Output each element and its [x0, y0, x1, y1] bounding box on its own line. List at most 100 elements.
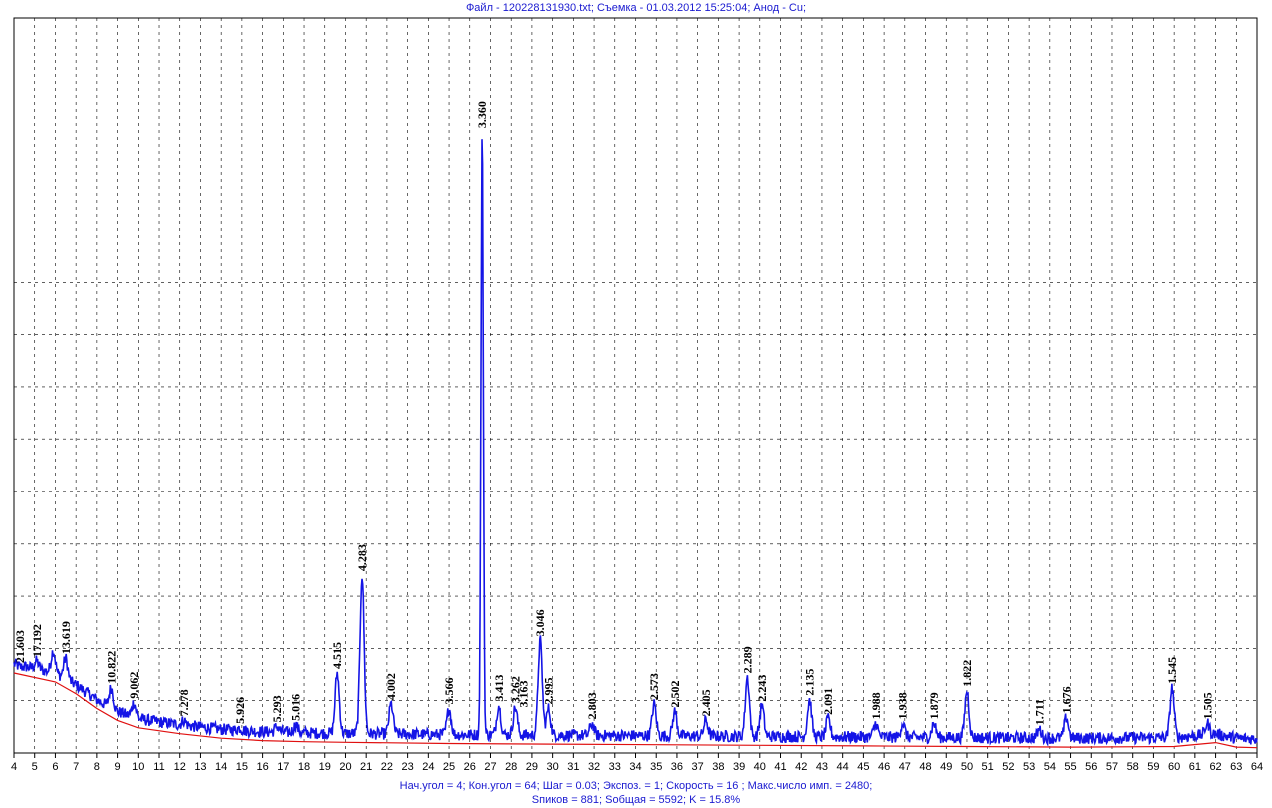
peak-label: 21.603	[13, 630, 27, 663]
x-tick-label: 23	[401, 761, 413, 773]
peak-label: 3.413	[492, 675, 506, 702]
peak-label: 2.091	[821, 688, 835, 715]
x-tick-label: 18	[298, 761, 310, 773]
xrd-chart: 4 5 6 7 8 9 10 11 12 13 14 15 16 17 18 19 20 21 22 23 24 25 26…	[11, 17, 1263, 773]
annotations: 21.603 17.192 13.619 10.822 9.062 7.278 5.926 5…	[13, 101, 1214, 725]
x-tick-label: 21	[360, 761, 372, 773]
x-tick-label: 42	[795, 761, 807, 773]
x-tick-label: 59	[1147, 761, 1159, 773]
x-tick-label: 45	[857, 761, 869, 773]
x-tick-label: 40	[754, 761, 766, 773]
peak-label: 4.515	[330, 642, 344, 669]
x-tick-label: 32	[588, 761, 600, 773]
peak-label: 4.002	[384, 673, 398, 700]
x-tick-label: 47	[899, 761, 911, 773]
peak-label: 1.879	[927, 692, 941, 719]
x-tick-label: 22	[381, 761, 393, 773]
x-tick-label: 54	[1044, 761, 1056, 773]
x-tick-label: 49	[940, 761, 952, 773]
peak-label: 1.505	[1200, 692, 1214, 719]
x-tick-label: 56	[1085, 761, 1097, 773]
x-tick-label: 53	[1023, 761, 1035, 773]
x-tick-label: 13	[194, 761, 206, 773]
peak-label: 1.545	[1165, 657, 1179, 684]
peak-label: 17.192	[30, 624, 44, 657]
x-tick-label: 46	[878, 761, 890, 773]
x-tick-label: 63	[1230, 761, 1242, 773]
peak-label: 2.135	[803, 669, 817, 696]
peak-label: 2.573	[647, 673, 661, 700]
peak-label: 1.822	[960, 660, 974, 687]
peak-label: 7.278	[177, 689, 191, 716]
peak-label: 3.566	[442, 678, 456, 705]
x-tick-label: 9	[115, 761, 121, 773]
footer-parameters: Нач.угол = 4; Кон.угол = 64; Шаг = 0.03;…	[399, 780, 873, 792]
x-tick-label: 39	[733, 761, 745, 773]
footer-summary: Sпиков = 881; Sобщая = 5592; K = 15.8%	[531, 794, 741, 806]
peak-label: 3.046	[533, 609, 547, 636]
x-tick-label: 50	[961, 761, 973, 773]
peak-label: 2.502	[668, 681, 682, 708]
x-tick-label: 11	[153, 761, 164, 773]
peak-label: 5.293	[270, 695, 284, 722]
peak-label: 1.711	[1032, 699, 1046, 725]
peak-label: 2.243	[755, 675, 769, 702]
x-tick-label: 38	[712, 761, 724, 773]
peak-label: 10.822	[104, 651, 118, 684]
peak-label: 5.926	[233, 697, 247, 724]
x-tick-label: 35	[650, 761, 662, 773]
peak-label: 3.163	[517, 681, 531, 708]
x-tick-label: 16	[256, 761, 268, 773]
peak-label: 1.676	[1059, 686, 1073, 713]
x-tick-label: 12	[174, 761, 186, 773]
peak-label: 1.938	[896, 692, 910, 719]
peak-label: 5.016	[289, 694, 303, 721]
x-axis: 4 5 6 7 8 9 10 11 12 13 14 15 16 17 18 19 20 21 22 23 24 25 26…	[11, 753, 1263, 773]
x-tick-label: 15	[236, 761, 248, 773]
x-tick-label: 17	[277, 761, 289, 773]
x-tick-label: 19	[319, 761, 331, 773]
peak-label: 2.405	[699, 689, 713, 716]
x-tick-label: 5	[32, 761, 38, 773]
x-tick-label: 52	[1002, 761, 1014, 773]
x-tick-label: 25	[443, 761, 455, 773]
x-tick-label: 28	[505, 761, 517, 773]
x-tick-label: 14	[215, 761, 227, 773]
x-tick-label: 26	[464, 761, 476, 773]
peak-label: 2.289	[740, 646, 754, 673]
x-tick-label: 20	[339, 761, 351, 773]
x-tick-label: 7	[73, 761, 79, 773]
x-tick-label: 10	[132, 761, 144, 773]
x-tick-label: 55	[1064, 761, 1076, 773]
x-tick-label: 57	[1106, 761, 1118, 773]
x-tick-label: 64	[1251, 761, 1263, 773]
x-tick-label: 51	[982, 761, 994, 773]
x-tick-label: 6	[52, 761, 58, 773]
x-tick-label: 33	[609, 761, 621, 773]
x-tick-label: 62	[1209, 761, 1221, 773]
peak-label: 1.988	[869, 692, 883, 719]
x-tick-label: 8	[94, 761, 100, 773]
x-tick-label: 27	[484, 761, 496, 773]
x-tick-label: 36	[671, 761, 683, 773]
x-tick-label: 43	[816, 761, 828, 773]
peak-label: 9.062	[127, 672, 141, 699]
peak-label: 3.360	[475, 101, 489, 128]
x-tick-label: 29	[526, 761, 538, 773]
x-tick-label: 60	[1168, 761, 1180, 773]
peak-label: 4.283	[355, 544, 369, 571]
x-tick-label: 61	[1189, 761, 1201, 773]
peak-label: 2.995	[541, 678, 555, 705]
x-tick-label: 31	[567, 761, 579, 773]
grid	[13, 17, 1258, 754]
x-tick-label: 37	[692, 761, 704, 773]
x-tick-label: 58	[1127, 761, 1139, 773]
x-tick-label: 44	[837, 761, 849, 773]
x-tick-label: 48	[919, 761, 931, 773]
x-tick-label: 4	[11, 761, 17, 773]
peak-label: 13.619	[59, 621, 73, 654]
x-tick-label: 41	[774, 761, 786, 773]
x-tick-label: 24	[422, 761, 434, 773]
x-tick-label: 30	[547, 761, 559, 773]
peak-label: 2.803	[585, 692, 599, 719]
